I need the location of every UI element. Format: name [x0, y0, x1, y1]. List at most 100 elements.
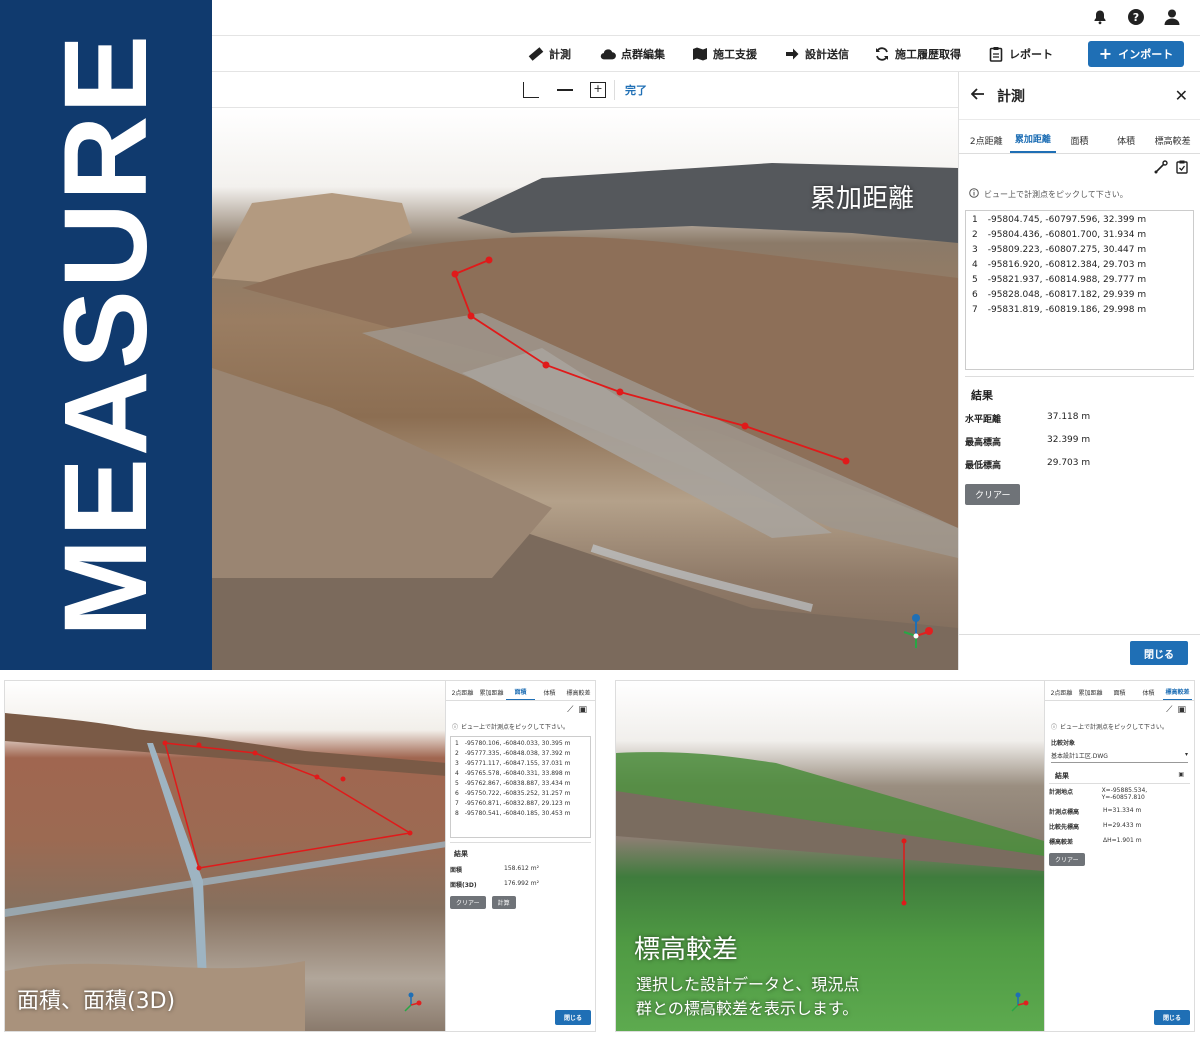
- point-list[interactable]: 1 -95804.745, -60797.596, 32.399 m 2 -9580…: [965, 210, 1194, 370]
- clipboard-icon: [988, 46, 1004, 62]
- result-label: 水平距離: [965, 415, 1002, 425]
- elevation-caption-line2: 群との標高較差を表示します。: [636, 999, 859, 1018]
- tab-volume[interactable]: 体積: [1103, 134, 1150, 153]
- compare-label: 比較対象: [1051, 740, 1076, 747]
- tab-elevation-diff[interactable]: 標高較差: [564, 688, 593, 700]
- result-label: 計測点標高: [1049, 809, 1080, 816]
- tab-cumulative[interactable]: 累加距離: [1009, 132, 1057, 153]
- point-coord: -95765.578, -60840.331, 33.898 m: [464, 770, 571, 777]
- tab-volume[interactable]: 体積: [1134, 688, 1163, 700]
- point-coord: -95804.745, -60797.596, 32.399 m: [987, 215, 1147, 225]
- copy-clipboard-icon[interactable]: ▣: [1177, 705, 1186, 719]
- map-icon: [692, 46, 708, 62]
- result-row: 計測地点 X=-95885.534, Y=-60857.810: [1045, 784, 1194, 804]
- toolbar-measure-label: 計測: [549, 48, 571, 61]
- tab-volume[interactable]: 体積: [535, 688, 564, 700]
- add-point-icon[interactable]: +: [590, 82, 606, 98]
- measure-pen-icon[interactable]: ⟋: [1166, 705, 1172, 719]
- result-label: 比較先標高: [1049, 824, 1080, 831]
- area-tabs: 2点距離 累加距離 面積 体積 標高較差: [446, 681, 595, 701]
- point-no: 1: [455, 740, 459, 747]
- point-row: 4 -95816.920, -60812.384, 29.703 m: [972, 260, 1187, 275]
- point-row: 1 -95780.106, -60840.033, 30.395 m: [455, 740, 586, 750]
- result-title: 結果: [965, 376, 1194, 407]
- point-row: 3 -95771.117, -60847.155, 37.031 m: [455, 760, 586, 770]
- tab-cumulative[interactable]: 累加距離: [477, 688, 506, 700]
- pick-hint: ビュー上で計測点をピックして下さい。: [959, 182, 1200, 206]
- close-button[interactable]: 閉じる: [1154, 1010, 1190, 1025]
- area-scene: [5, 713, 447, 1031]
- elevation-panel: 2点距離 累加距離 面積 体積 標高較差 ⟋ ▣ ⓘ ビュー上で計測点をピックして下…: [1044, 681, 1194, 1031]
- tab-elevation-diff[interactable]: 標高較差: [1163, 687, 1192, 700]
- tab-cumulative[interactable]: 累加距離: [1076, 688, 1105, 700]
- help-icon[interactable]: ?: [1126, 7, 1146, 27]
- elevation-hint-text: ビュー上で計測点をピックして下さい。: [1060, 724, 1168, 731]
- result-row: 最高標高 32.399 m: [959, 430, 1200, 453]
- toolbar-construction-support-label: 施工支援: [713, 48, 757, 61]
- toolbar-report-label: レポート: [1009, 48, 1053, 61]
- point-row: 7 -95831.819, -60819.186, 29.998 m: [972, 305, 1187, 320]
- point-no: 2: [455, 750, 459, 757]
- user-icon[interactable]: [1162, 7, 1182, 27]
- corner-tool-icon[interactable]: [523, 82, 539, 98]
- toolbar-pointcloud-edit[interactable]: 点群編集: [600, 44, 665, 64]
- tab-two-point[interactable]: 2点距離: [448, 688, 477, 700]
- point-no: 4: [972, 260, 978, 270]
- result-row: 面積(3D) 176.992 m²: [446, 877, 595, 892]
- sync-icon: [874, 46, 890, 62]
- copy-clipboard-icon[interactable]: ▣: [578, 705, 587, 719]
- copy-clipboard-icon[interactable]: [1176, 160, 1188, 182]
- point-no: 3: [455, 760, 459, 767]
- close-icon[interactable]: ✕: [1175, 86, 1188, 105]
- pick-hint-text: ビュー上で計測点をピックして下さい。: [984, 189, 1128, 199]
- elevation-tools: ⟋ ▣: [1045, 701, 1194, 719]
- tab-area[interactable]: 面積: [1105, 688, 1134, 700]
- clear-button[interactable]: クリアー: [450, 896, 486, 909]
- pointcloud-viewport[interactable]: 累加距離: [212, 108, 958, 670]
- calc-button[interactable]: 計算: [491, 896, 516, 909]
- point-coord: -95780.106, -60840.033, 30.395 m: [464, 740, 571, 747]
- area-viewport[interactable]: 面積、面積(3D): [5, 681, 447, 1031]
- axis-gizmo-icon[interactable]: [896, 612, 936, 652]
- compare-select[interactable]: 基本設計1工区.DWG ▾: [1051, 749, 1188, 763]
- area-point-list[interactable]: 1 -95780.106, -60840.033, 30.395 m 2 -9577…: [450, 736, 591, 838]
- point-row: 6 -95750.722, -60835.252, 31.257 m: [455, 790, 586, 800]
- close-button[interactable]: 閉じる: [555, 1010, 591, 1025]
- copy-clipboard-icon[interactable]: ▣: [1178, 771, 1184, 781]
- done-button[interactable]: 完了: [625, 82, 647, 98]
- clear-button[interactable]: クリアー: [965, 484, 1021, 505]
- plus-icon: +: [1098, 44, 1113, 63]
- point-row: 6 -95828.048, -60817.182, 29.939 m: [972, 290, 1187, 305]
- tab-two-point[interactable]: 2点距離: [1047, 688, 1076, 700]
- tab-area[interactable]: 面積: [1056, 134, 1103, 153]
- panel-header: 計測 ✕: [959, 72, 1200, 120]
- point-no: 5: [455, 780, 459, 787]
- measure-pen-icon[interactable]: [1154, 160, 1168, 182]
- result-label: 面積: [450, 867, 463, 874]
- line-tool-icon[interactable]: [557, 89, 573, 91]
- toolbar-history-fetch[interactable]: 施工履歴取得: [874, 44, 961, 64]
- tab-area[interactable]: 面積: [506, 687, 535, 700]
- elevation-viewport[interactable]: 標高較差 選択した設計データと、現況点 群との標高較差を表示します。: [616, 681, 1044, 1031]
- panel-footer: 閉じる: [959, 634, 1200, 670]
- measure-pen-icon[interactable]: ⟋: [567, 705, 573, 719]
- back-arrow-icon[interactable]: [970, 87, 985, 104]
- toolbar-construction-support[interactable]: 施工支援: [692, 44, 757, 64]
- point-coord: -95809.223, -60807.275, 30.447 m: [987, 245, 1147, 255]
- result-value: 32.399 m: [1047, 435, 1091, 445]
- point-row: 1 -95804.745, -60797.596, 32.399 m: [972, 215, 1187, 230]
- clear-button[interactable]: クリアー: [1049, 853, 1085, 866]
- area-screenshot: 面積、面積(3D) 2点距離 累加距離 面積 体積 標高較差 ⟋ ▣ ⓘ ビュー上で…: [4, 680, 596, 1032]
- point-coord: -95777.335, -60848.038, 37.392 m: [464, 750, 571, 757]
- import-button[interactable]: + インポート: [1088, 41, 1184, 67]
- close-button[interactable]: 閉じる: [1130, 641, 1188, 665]
- tab-elevation-diff[interactable]: 標高較差: [1149, 134, 1196, 153]
- bell-icon[interactable]: [1090, 7, 1110, 27]
- toolbar-measure[interactable]: 計測: [528, 44, 571, 64]
- result-value: X=-95885.534, Y=-60857.810: [1101, 787, 1148, 801]
- tab-two-point[interactable]: 2点距離: [963, 134, 1010, 153]
- toolbar-report[interactable]: レポート: [988, 44, 1053, 64]
- toolbar-design-send[interactable]: 設計送信: [784, 44, 849, 64]
- import-button-label: インポート: [1118, 48, 1174, 61]
- elevation-screenshot: 標高較差 選択した設計データと、現況点 群との標高較差を表示します。 2点距離 …: [615, 680, 1195, 1032]
